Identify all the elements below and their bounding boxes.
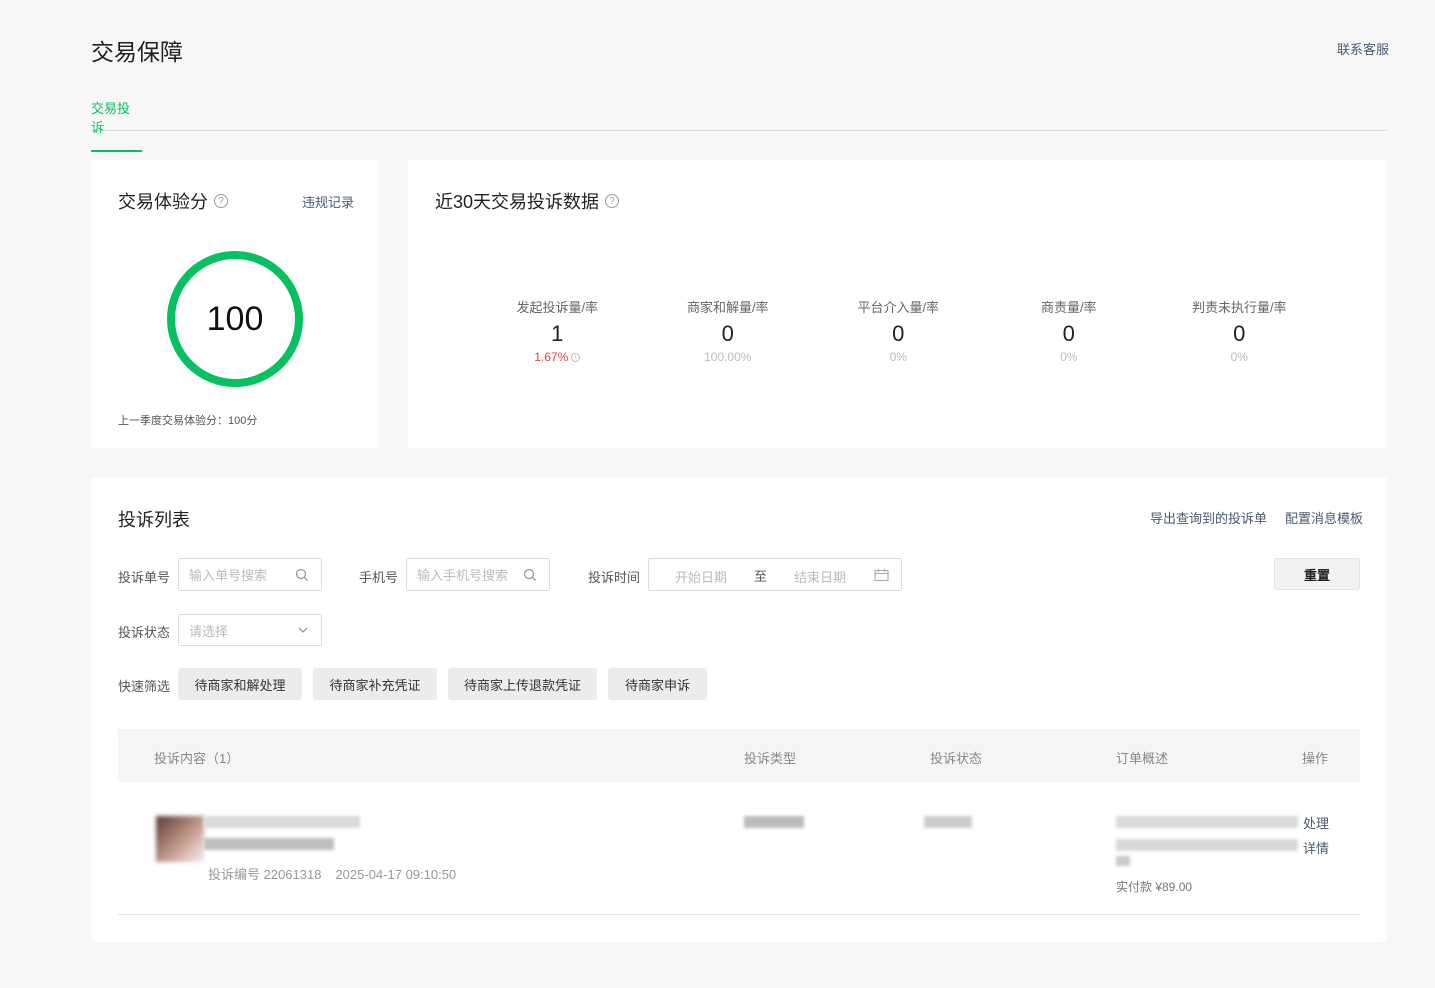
status-select-placeholder: 请选择: [189, 623, 229, 639]
column-complaint-status: 投诉状态: [930, 751, 983, 766]
redacted-content: [204, 816, 360, 828]
stat-label: 商责量/率: [1040, 300, 1097, 315]
quick-filter-pending-settlement[interactable]: 待商家和解处理: [178, 668, 302, 700]
order-no-placeholder: 输入单号搜索: [189, 568, 268, 583]
process-link[interactable]: 处理: [1303, 813, 1329, 832]
redacted-order-summary: [1116, 839, 1298, 851]
stats-title-text: 近30天交易投诉数据: [435, 192, 600, 212]
stat-label: 平台介入量/率: [857, 300, 940, 315]
help-icon[interactable]: ?: [605, 194, 620, 208]
tab-bar: 交易投诉: [91, 96, 1387, 152]
stat-rate-text: 1.67%: [534, 350, 569, 364]
list-title: 投诉列表: [118, 510, 190, 530]
stat-value: 0: [892, 321, 905, 346]
stat-value: 0: [721, 321, 734, 346]
phone-placeholder: 输入手机号搜索: [417, 568, 509, 583]
stat-label: 发起投诉量/率: [516, 300, 599, 315]
complaint-number: 投诉编号 22061318: [208, 867, 322, 882]
stat-rate: 0%: [1230, 350, 1248, 364]
tab-trade-complaint[interactable]: 交易投诉: [91, 98, 142, 152]
stat-label: 判责未执行量/率: [1191, 300, 1287, 315]
complaint-meta: 投诉编号 22061318 2025-04-17 09:10:50: [208, 864, 456, 883]
column-complaint-content: 投诉内容（1）: [154, 751, 240, 766]
redacted-order-summary: [1116, 816, 1298, 828]
order-no-label: 投诉单号: [118, 570, 171, 585]
quick-filter-pending-evidence[interactable]: 待商家补充凭证: [313, 668, 437, 700]
product-thumbnail: [156, 816, 204, 862]
column-complaint-type: 投诉类型: [744, 751, 797, 766]
phone-search-input[interactable]: 输入手机号搜索: [406, 558, 550, 591]
complaint-status-label: 投诉状态: [118, 625, 171, 640]
calendar-icon[interactable]: [874, 568, 889, 582]
column-order-summary: 订单概述: [1116, 751, 1169, 766]
score-value: 100: [206, 299, 264, 338]
date-range-picker[interactable]: 开始日期 至 结束日期: [648, 558, 902, 591]
reset-button[interactable]: 重置: [1274, 558, 1360, 590]
start-date-placeholder[interactable]: 开始日期: [675, 567, 727, 586]
phone-label: 手机号: [359, 570, 399, 585]
export-complaints-link[interactable]: 导出查询到的投诉单: [1150, 508, 1267, 527]
info-icon[interactable]: i: [571, 352, 581, 362]
table-row: 投诉编号 22061318 2025-04-17 09:10:50 实付款 ¥89…: [118, 782, 1360, 915]
help-icon[interactable]: ?: [214, 194, 228, 208]
stat-rate: 100.00%: [704, 350, 752, 364]
search-icon[interactable]: [523, 568, 537, 582]
stats-card: 近30天交易投诉数据 ? 发起投诉量/率 1 1.67% i 商家和解量/率 0…: [408, 160, 1387, 448]
chevron-down-icon: [298, 627, 308, 633]
page-title: 交易保障: [91, 39, 183, 65]
score-title-text: 交易体验分: [118, 192, 208, 212]
complaint-time-label: 投诉时间: [588, 570, 641, 585]
stat-settled: 商家和解量/率 0 100.00%: [643, 297, 814, 364]
last-season-score: 上一季度交易体验分：100分: [118, 415, 258, 427]
end-date-placeholder[interactable]: 结束日期: [794, 567, 846, 586]
complaint-time: 2025-04-17 09:10:50: [335, 867, 457, 882]
paid-amount: 实付款 ¥89.00: [1116, 880, 1193, 894]
stat-label: 商家和解量/率: [686, 300, 769, 315]
redacted-content: [204, 838, 334, 850]
redacted-type: [744, 816, 804, 828]
column-actions: 操作: [1302, 751, 1329, 766]
stat-initiated: 发起投诉量/率 1 1.67% i: [472, 297, 643, 364]
stat-rate: 0%: [1060, 350, 1078, 364]
stat-value: 0: [1062, 321, 1075, 346]
stat-merchant-liable: 商责量/率 0 0%: [984, 297, 1155, 364]
quick-filter-label: 快速筛选: [118, 679, 171, 694]
stat-rate: 1.67% i: [472, 350, 643, 364]
search-icon[interactable]: [295, 568, 309, 582]
stats-card-title: 近30天交易投诉数据 ?: [435, 188, 620, 214]
stat-rate: 0%: [889, 350, 907, 364]
stat-value: 1: [551, 321, 564, 346]
complaint-list-card: 投诉列表 导出查询到的投诉单 配置消息模板 投诉单号 输入单号搜索 手机号 输入…: [91, 477, 1387, 942]
order-no-search-input[interactable]: 输入单号搜索: [178, 558, 322, 591]
redacted-status: [924, 816, 972, 828]
table-header: 投诉内容（1） 投诉类型 投诉状态 订单概述 操作: [118, 729, 1360, 782]
stat-unexecuted: 判责未执行量/率 0 0%: [1154, 297, 1325, 364]
stat-platform-intervened: 平台介入量/率 0 0%: [813, 297, 984, 364]
score-card-title: 交易体验分 ?: [118, 188, 228, 214]
range-separator: 至: [754, 569, 768, 584]
score-card: 交易体验分 ? 违规记录 100 上一季度交易体验分：100分: [91, 160, 379, 448]
quick-filter-pending-refund-proof[interactable]: 待商家上传退款凭证: [448, 668, 597, 700]
quick-filter-pending-appeal[interactable]: 待商家申诉: [608, 668, 707, 700]
stat-value: 0: [1233, 321, 1246, 346]
contact-service-link[interactable]: 联系客服: [1337, 39, 1389, 58]
detail-link[interactable]: 详情: [1303, 838, 1329, 857]
violation-record-link[interactable]: 违规记录: [302, 192, 354, 211]
redacted-order-summary: [1116, 856, 1130, 866]
complaint-status-select[interactable]: 请选择: [178, 614, 322, 646]
message-template-link[interactable]: 配置消息模板: [1285, 508, 1363, 527]
stats-row: 发起投诉量/率 1 1.67% i 商家和解量/率 0 100.00% 平台介入…: [472, 297, 1325, 364]
